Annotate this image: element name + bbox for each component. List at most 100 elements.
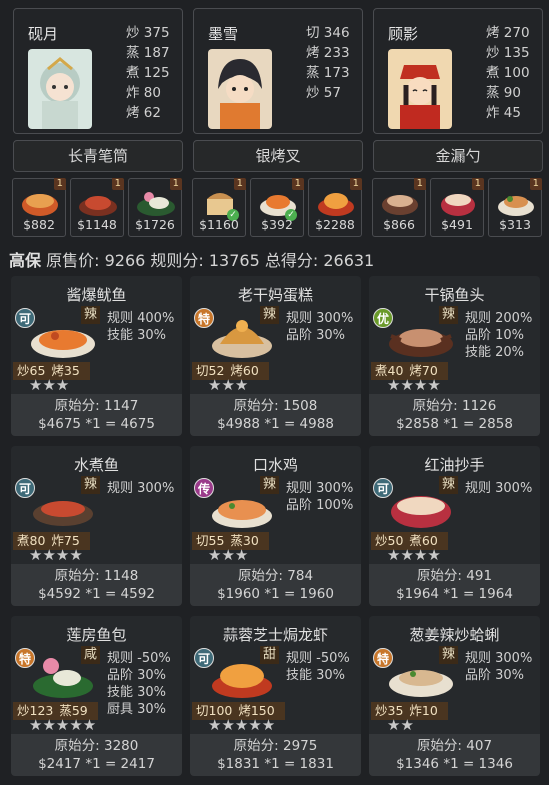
chef-name: 顾影 bbox=[388, 25, 419, 43]
equipment-slot-2[interactable]: 银烤叉 bbox=[193, 140, 363, 172]
bonus-line: 技能 30% bbox=[107, 328, 167, 343]
bonus-line: 技能 20% bbox=[465, 345, 525, 360]
price-calc: $4675 *1 = 4675 bbox=[38, 416, 155, 432]
bonus-line: 品阶 30% bbox=[465, 668, 525, 683]
price-calc: $1960 *1 = 1960 bbox=[217, 586, 334, 602]
ingredient-price: $866 bbox=[383, 217, 415, 232]
quantity-badge: 1 bbox=[349, 178, 362, 190]
ingredient-price: $2288 bbox=[315, 217, 355, 232]
equipment-slot-3[interactable]: 金漏勺 bbox=[373, 140, 543, 172]
raw-score: 原始分: 2975 bbox=[233, 738, 318, 754]
dish-plate-icon bbox=[79, 196, 117, 216]
ingredient-slot[interactable]: 1 $866 bbox=[372, 178, 426, 237]
score-bar: 原始分: 1147 $4675 *1 = 4675 bbox=[11, 394, 182, 436]
dish-title: 葱姜辣炒蛤蜊 bbox=[409, 626, 500, 644]
quantity-badge: 1 bbox=[529, 178, 542, 190]
ingredient-price: $882 bbox=[23, 217, 55, 232]
bonus-line: 技能 30% bbox=[286, 668, 346, 683]
ingredient-slot[interactable]: 1 $313 bbox=[488, 178, 542, 237]
bonus-line: 规则 -50% bbox=[107, 651, 171, 666]
star-rating: ★★★ bbox=[29, 376, 70, 394]
dish-card[interactable]: 红油抄手 可 辣 规则 300% 炒50 煮60 ★★★★ 原始分: 491 $1… bbox=[369, 446, 540, 606]
price-calc: $1831 *1 = 1831 bbox=[217, 756, 334, 772]
dish-card[interactable]: 莲房鱼包 特 咸 规则 -50% 品阶 30% 技能 30% 厨具 30% 炒123 蒸… bbox=[11, 616, 182, 776]
dish-pot-icon bbox=[382, 195, 418, 215]
ingredient-slot[interactable]: 1 $2288 bbox=[308, 178, 362, 237]
dish-card[interactable]: 口水鸡 传 辣 规则 300% 品阶 100% 切55 蒸30 ★★★ 原始分: 7… bbox=[190, 446, 361, 606]
chef-stats: 炒 375 蒸 187 煮 125 炸 80 烤 62 bbox=[126, 25, 170, 121]
chef-panel-3[interactable]: 顾影 烤 270 炒 135 煮 100 蒸 90 炸 45 bbox=[373, 8, 543, 134]
quantity-badge: 1 bbox=[233, 178, 246, 190]
ingredient-slot[interactable]: 1 $1726 bbox=[128, 178, 182, 237]
score-bar: 原始分: 3280 $2417 *1 = 2417 bbox=[11, 734, 182, 776]
quantity-badge: 1 bbox=[291, 178, 304, 190]
bonus-list: 规则 300% bbox=[107, 480, 174, 497]
ingredient-slot[interactable]: 1 $1148 bbox=[70, 178, 124, 237]
dish-image bbox=[389, 329, 453, 357]
dish-title: 酱爆鱿鱼 bbox=[66, 286, 127, 304]
bonus-list: 规则 300% 品阶 100% bbox=[286, 480, 353, 514]
ingredient-slot[interactable]: 1 $491 bbox=[430, 178, 484, 237]
bonus-line: 规则 300% bbox=[465, 651, 533, 666]
raw-score: 原始分: 407 bbox=[416, 738, 493, 754]
chef-portrait bbox=[388, 49, 452, 129]
star-rating: ★★★ bbox=[208, 546, 249, 564]
chef-stats: 烤 270 炒 135 煮 100 蒸 90 炸 45 bbox=[486, 25, 530, 121]
star-rating: ★★ bbox=[387, 716, 414, 734]
bonus-line: 规则 300% bbox=[465, 481, 533, 496]
quantity-badge: 1 bbox=[413, 178, 426, 190]
score-bar: 原始分: 1126 $2858 *1 = 2858 bbox=[369, 394, 540, 436]
chef-panel-2[interactable]: 墨雪 切 346 烤 233 蒸 173 炒 57 bbox=[193, 8, 363, 134]
score-bar: 原始分: 784 $1960 *1 = 1960 bbox=[190, 564, 361, 606]
bonus-line: 品阶 100% bbox=[286, 498, 354, 513]
score-bar: 原始分: 407 $1346 *1 = 1346 bbox=[369, 734, 540, 776]
dish-image bbox=[212, 320, 272, 358]
score-bar: 原始分: 1148 $4592 *1 = 4592 bbox=[11, 564, 182, 606]
raw-score: 原始分: 1147 bbox=[54, 398, 139, 414]
ingredient-slot[interactable]: 1 $882 bbox=[12, 178, 66, 237]
score-bar: 原始分: 1508 $4988 *1 = 4988 bbox=[190, 394, 361, 436]
ingredient-price: $313 bbox=[499, 217, 531, 232]
bonus-line: 品阶 10% bbox=[465, 328, 525, 343]
bonus-line: 规则 300% bbox=[286, 481, 354, 496]
ingredient-slot[interactable]: 1 ✓ $392 bbox=[250, 178, 304, 237]
dish-title: 蒜蓉芝士焗龙虾 bbox=[222, 626, 328, 644]
mode-label: 高保 bbox=[9, 251, 42, 270]
raw-score: 原始分: 3280 bbox=[54, 738, 139, 754]
chef-portrait bbox=[208, 49, 272, 129]
dish-lobster-icon bbox=[318, 193, 354, 216]
dish-card[interactable]: 干锅鱼头 优 辣 规则 200% 品阶 10% 技能 20% 煮40 烤70 ★★★★… bbox=[369, 276, 540, 436]
chef-stats: 切 346 烤 233 蒸 173 炒 57 bbox=[306, 25, 350, 101]
ingredient-slot[interactable]: 1 ✓ $1160 bbox=[192, 178, 246, 237]
bonus-line: 品阶 30% bbox=[107, 668, 167, 683]
star-rating: ★★★★ bbox=[387, 376, 441, 394]
price-calc: $1346 *1 = 1346 bbox=[396, 756, 513, 772]
score-bar: 原始分: 2975 $1831 *1 = 1831 bbox=[190, 734, 361, 776]
price-calc: $4592 *1 = 4592 bbox=[38, 586, 155, 602]
star-rating: ★★★★★ bbox=[29, 716, 97, 734]
chef-name: 墨雪 bbox=[208, 25, 239, 43]
bonus-line: 规则 200% bbox=[465, 311, 533, 326]
bonus-line: 规则 -50% bbox=[286, 651, 350, 666]
score-bar: 原始分: 491 $1964 *1 = 1964 bbox=[369, 564, 540, 606]
star-rating: ★★★ bbox=[208, 376, 249, 394]
dish-image bbox=[31, 330, 95, 358]
dish-image bbox=[33, 501, 93, 526]
ingredient-price: $1148 bbox=[77, 217, 117, 232]
chef-name: 砚月 bbox=[28, 25, 59, 43]
dish-bowl-icon bbox=[441, 194, 475, 216]
equipment-slot-1[interactable]: 长青笔筒 bbox=[13, 140, 183, 172]
dish-card[interactable]: 蒜蓉芝士焗龙虾 可 甜 规则 -50% 技能 30% 切100 烤150 ★★★★★… bbox=[190, 616, 361, 776]
dish-card[interactable]: 水煮鱼 可 辣 规则 300% 煮80 炸75 ★★★★ 原始分: 1148 $4… bbox=[11, 446, 182, 606]
dish-card[interactable]: 葱姜辣炒蛤蜊 特 辣 规则 300% 品阶 30% 炒35 炸10 ★★ 原始分: … bbox=[369, 616, 540, 776]
chef-panel-1[interactable]: 砚月 炒 375 蒸 187 煮 125 炸 80 烤 62 bbox=[13, 8, 183, 134]
ingredient-price: $392 bbox=[261, 217, 293, 232]
raw-score: 原始分: 1126 bbox=[412, 398, 497, 414]
dish-card[interactable]: 酱爆鱿鱼 可 辣 规则 400% 技能 30% 炒65 烤35 ★★★ 原始分: 1… bbox=[11, 276, 182, 436]
raw-score: 原始分: 1508 bbox=[233, 398, 318, 414]
dish-title: 口水鸡 bbox=[252, 456, 298, 474]
dish-card[interactable]: 老干妈蛋糕 特 辣 规则 300% 品阶 30% 切52 烤60 ★★★ 原始分: … bbox=[190, 276, 361, 436]
dish-title: 莲房鱼包 bbox=[66, 626, 127, 644]
ingredient-price: $491 bbox=[441, 217, 473, 232]
dish-title: 老干妈蛋糕 bbox=[237, 286, 313, 304]
